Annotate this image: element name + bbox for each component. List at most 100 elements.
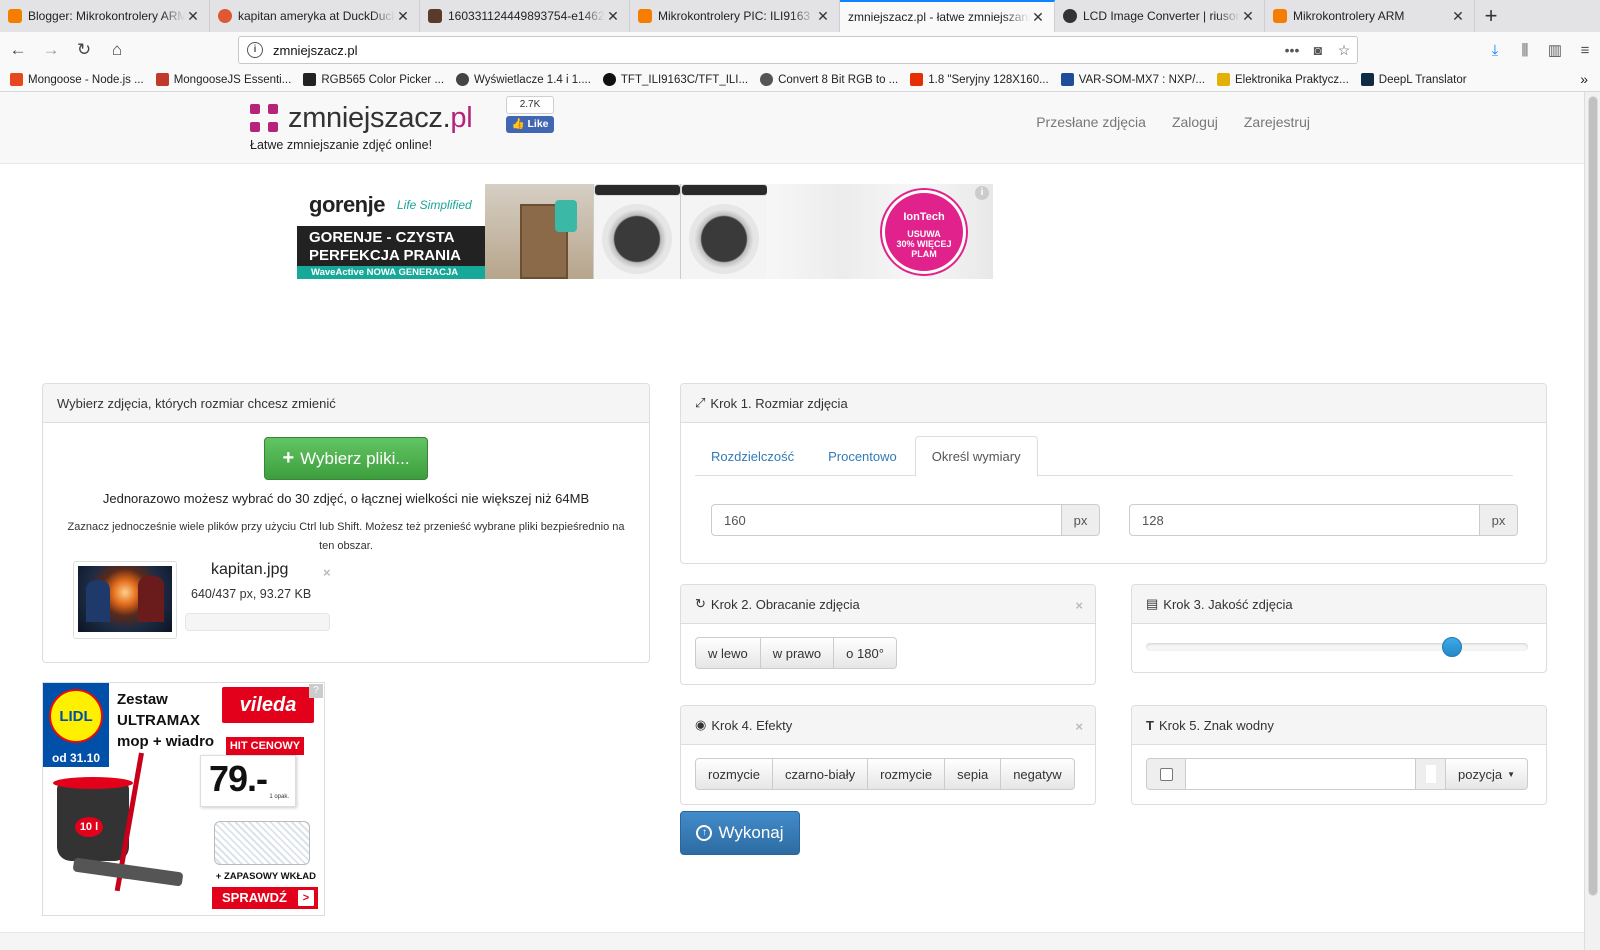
github-icon [602,73,616,86]
browser-tab[interactable]: Mikrokontrolery ARM ✕ [1265,0,1475,32]
pocket-icon[interactable]: ◙ [1305,42,1331,58]
duckduckgo-icon [218,9,232,23]
page-scrollbar[interactable] [1584,92,1600,950]
rotate-180-button[interactable]: o 180° [833,637,897,669]
tab-resolution[interactable]: Rozdzielczość [695,436,810,476]
close-step2-icon[interactable]: × [1075,598,1083,613]
nav-register[interactable]: Zarejestruj [1244,114,1310,130]
height-input[interactable]: 128 [1129,504,1480,536]
ad-banner-gorenje[interactable]: gorenje Life Simplified GORENJE - CZYSTA… [279,184,993,279]
download-icon[interactable]: ⤓ [1480,42,1510,59]
library-icon[interactable]: ⫼ [1510,42,1540,59]
close-icon[interactable]: ✕ [1240,8,1256,25]
home-icon[interactable]: ⌂ [102,35,132,65]
rotate-icon: ↻ [695,596,706,611]
tab-custom-dimensions[interactable]: Określ wymiary [914,436,1038,477]
site-logo[interactable]: zmniejszacz.pl [250,102,473,135]
sidebar-icon[interactable]: ▥ [1540,41,1570,59]
reload-icon[interactable]: ↻ [69,35,99,65]
new-tab-icon[interactable]: + [1475,0,1507,32]
refill-image [214,821,310,865]
upload-panel-title: Wybierz zdjęcia, których rozmiar chcesz … [57,395,336,411]
ad-cta-button[interactable]: SPRAWDŹ > [212,887,318,909]
bookmark-item[interactable]: MongooseJS Essenti... [155,73,291,86]
rotate-left-button[interactable]: w lewo [695,637,761,669]
effect-grayscale-button[interactable]: czarno-biały [772,758,869,790]
watermark-position-dropdown[interactable]: pozycja ▼ [1446,758,1528,790]
bookmark-icon [910,73,924,86]
browser-tab[interactable]: Mikrokontrolery PIC: ILI9163 ✕ [630,0,840,32]
forward-icon[interactable]: → [36,35,66,65]
browser-tab[interactable]: 160331124449893754-e1462 ✕ [420,0,630,32]
rotate-button-group: w lewo w prawo o 180° [695,637,897,669]
nav-login[interactable]: Zaloguj [1172,114,1218,130]
bookmark-item[interactable]: Mongoose - Node.js ... [10,73,144,86]
effect-blur-button-2[interactable]: rozmycie [867,758,946,790]
uploaded-file-item: kapitan.jpg × 640/437 px, 93.27 KB [73,561,633,641]
browser-tab-active[interactable]: zmniejszacz.pl - łatwe zmniejszanie ✕ [840,0,1055,32]
scrollbar-thumb[interactable] [1588,96,1598,896]
browser-tab[interactable]: Blogger: Mikrokontrolery ARM ✕ [0,0,210,32]
ad-info-icon[interactable]: i [975,186,989,200]
effect-sepia-button[interactable]: sepia [944,758,1002,790]
quality-slider-handle[interactable] [1441,637,1462,657]
facebook-like-widget[interactable]: 2.7K 👍 Like [506,96,554,134]
close-icon[interactable]: ✕ [395,8,411,25]
bookmark-item[interactable]: TFT_ILI9163C/TFT_ILI... [602,73,748,86]
bookmark-item[interactable]: VAR-SOM-MX7 : NXP/... [1060,73,1205,86]
bookmark-item[interactable]: Convert 8 Bit RGB to ... [760,73,898,86]
bookmark-item[interactable]: RGB565 Color Picker ... [303,73,444,86]
fb-like-button[interactable]: 👍 Like [506,116,554,133]
effect-blur-button[interactable]: rozmycie [695,758,774,790]
close-icon[interactable]: ✕ [605,8,621,25]
bookmark-item[interactable]: DeepL Translator [1360,73,1467,86]
watermark-text-input[interactable] [1186,758,1416,790]
remove-file-icon[interactable]: × [323,565,331,580]
url-bar[interactable]: i zmniejszacz.pl ••• ◙ ☆ [238,36,1358,64]
refill-label: + ZAPASOWY WKŁAD [215,871,316,882]
close-icon[interactable]: ✕ [1030,9,1046,26]
execute-button[interactable]: ↑ Wykonaj [680,811,800,855]
bookmark-item[interactable]: Elektronika Praktycz... [1217,73,1349,86]
browser-tab[interactable]: kapitan ameryka at DuckDuckGo✕ [210,0,420,32]
width-input[interactable]: 160 [711,504,1062,536]
caret-down-icon: ▼ [1507,769,1515,779]
height-unit: px [1480,504,1518,536]
page-actions-icon[interactable]: ••• [1279,42,1305,58]
rotate-right-button[interactable]: w prawo [759,637,835,669]
browser-tab-bar: Blogger: Mikrokontrolery ARM ✕ kapitan am… [0,0,1600,32]
ad-lidl-vileda[interactable]: LIDL od 31.10 Zestaw ULTRAMAX mop + wiad… [42,682,325,916]
price-box: 79.- 1 opak. [200,755,296,807]
menu-icon[interactable]: ≡ [1570,42,1600,59]
bookmarks-overflow-icon[interactable]: » [1580,71,1588,87]
back-icon[interactable]: ← [3,35,33,65]
ad-title: Zestaw ULTRAMAX mop + wiadro [117,691,215,750]
watermark-checkbox[interactable] [1159,767,1173,781]
info-icon[interactable]: i [247,42,263,58]
bookmark-item[interactable]: 1.8 "Seryjny 128X160... [910,73,1049,86]
watermark-input-group: pozycja ▼ [1146,758,1528,790]
url-text[interactable]: zmniejszacz.pl [273,43,1279,58]
close-icon[interactable]: ✕ [815,8,831,25]
bookmark-item[interactable]: Wyświetlacze 1.4 i 1.... [456,73,591,86]
step3-quality-panel: ▤ Krok 3. Jakość zdjęcia [1131,584,1547,673]
washing-machine-image [593,184,681,279]
ad-help-icon[interactable]: ? [309,684,323,698]
file-meta: 640/437 px, 93.27 KB [191,587,312,601]
eye-icon: ◉ [695,717,707,732]
effect-negative-button[interactable]: negatyw [1000,758,1075,790]
close-icon[interactable]: ✕ [185,8,201,25]
choose-files-button[interactable]: + Wybierz pliki... [264,437,428,480]
bookmark-star-icon[interactable]: ☆ [1331,42,1357,59]
close-step4-icon[interactable]: × [1075,719,1083,734]
browser-tab[interactable]: LCD Image Converter | riuson ✕ [1055,0,1265,32]
step4-title: Krok 4. Efekty [711,717,793,733]
nav-uploaded-photos[interactable]: Przesłane zdjęcia [1036,114,1146,130]
watermark-color-picker[interactable] [1416,758,1446,790]
upload-panel[interactable]: Wybierz zdjęcia, których rozmiar chcesz … [42,383,650,663]
close-icon[interactable]: ✕ [1450,8,1466,25]
bookmark-icon [303,73,317,86]
quality-slider-track[interactable] [1146,643,1528,651]
price: 79.- [209,758,268,799]
tab-percent[interactable]: Procentowo [812,436,913,476]
